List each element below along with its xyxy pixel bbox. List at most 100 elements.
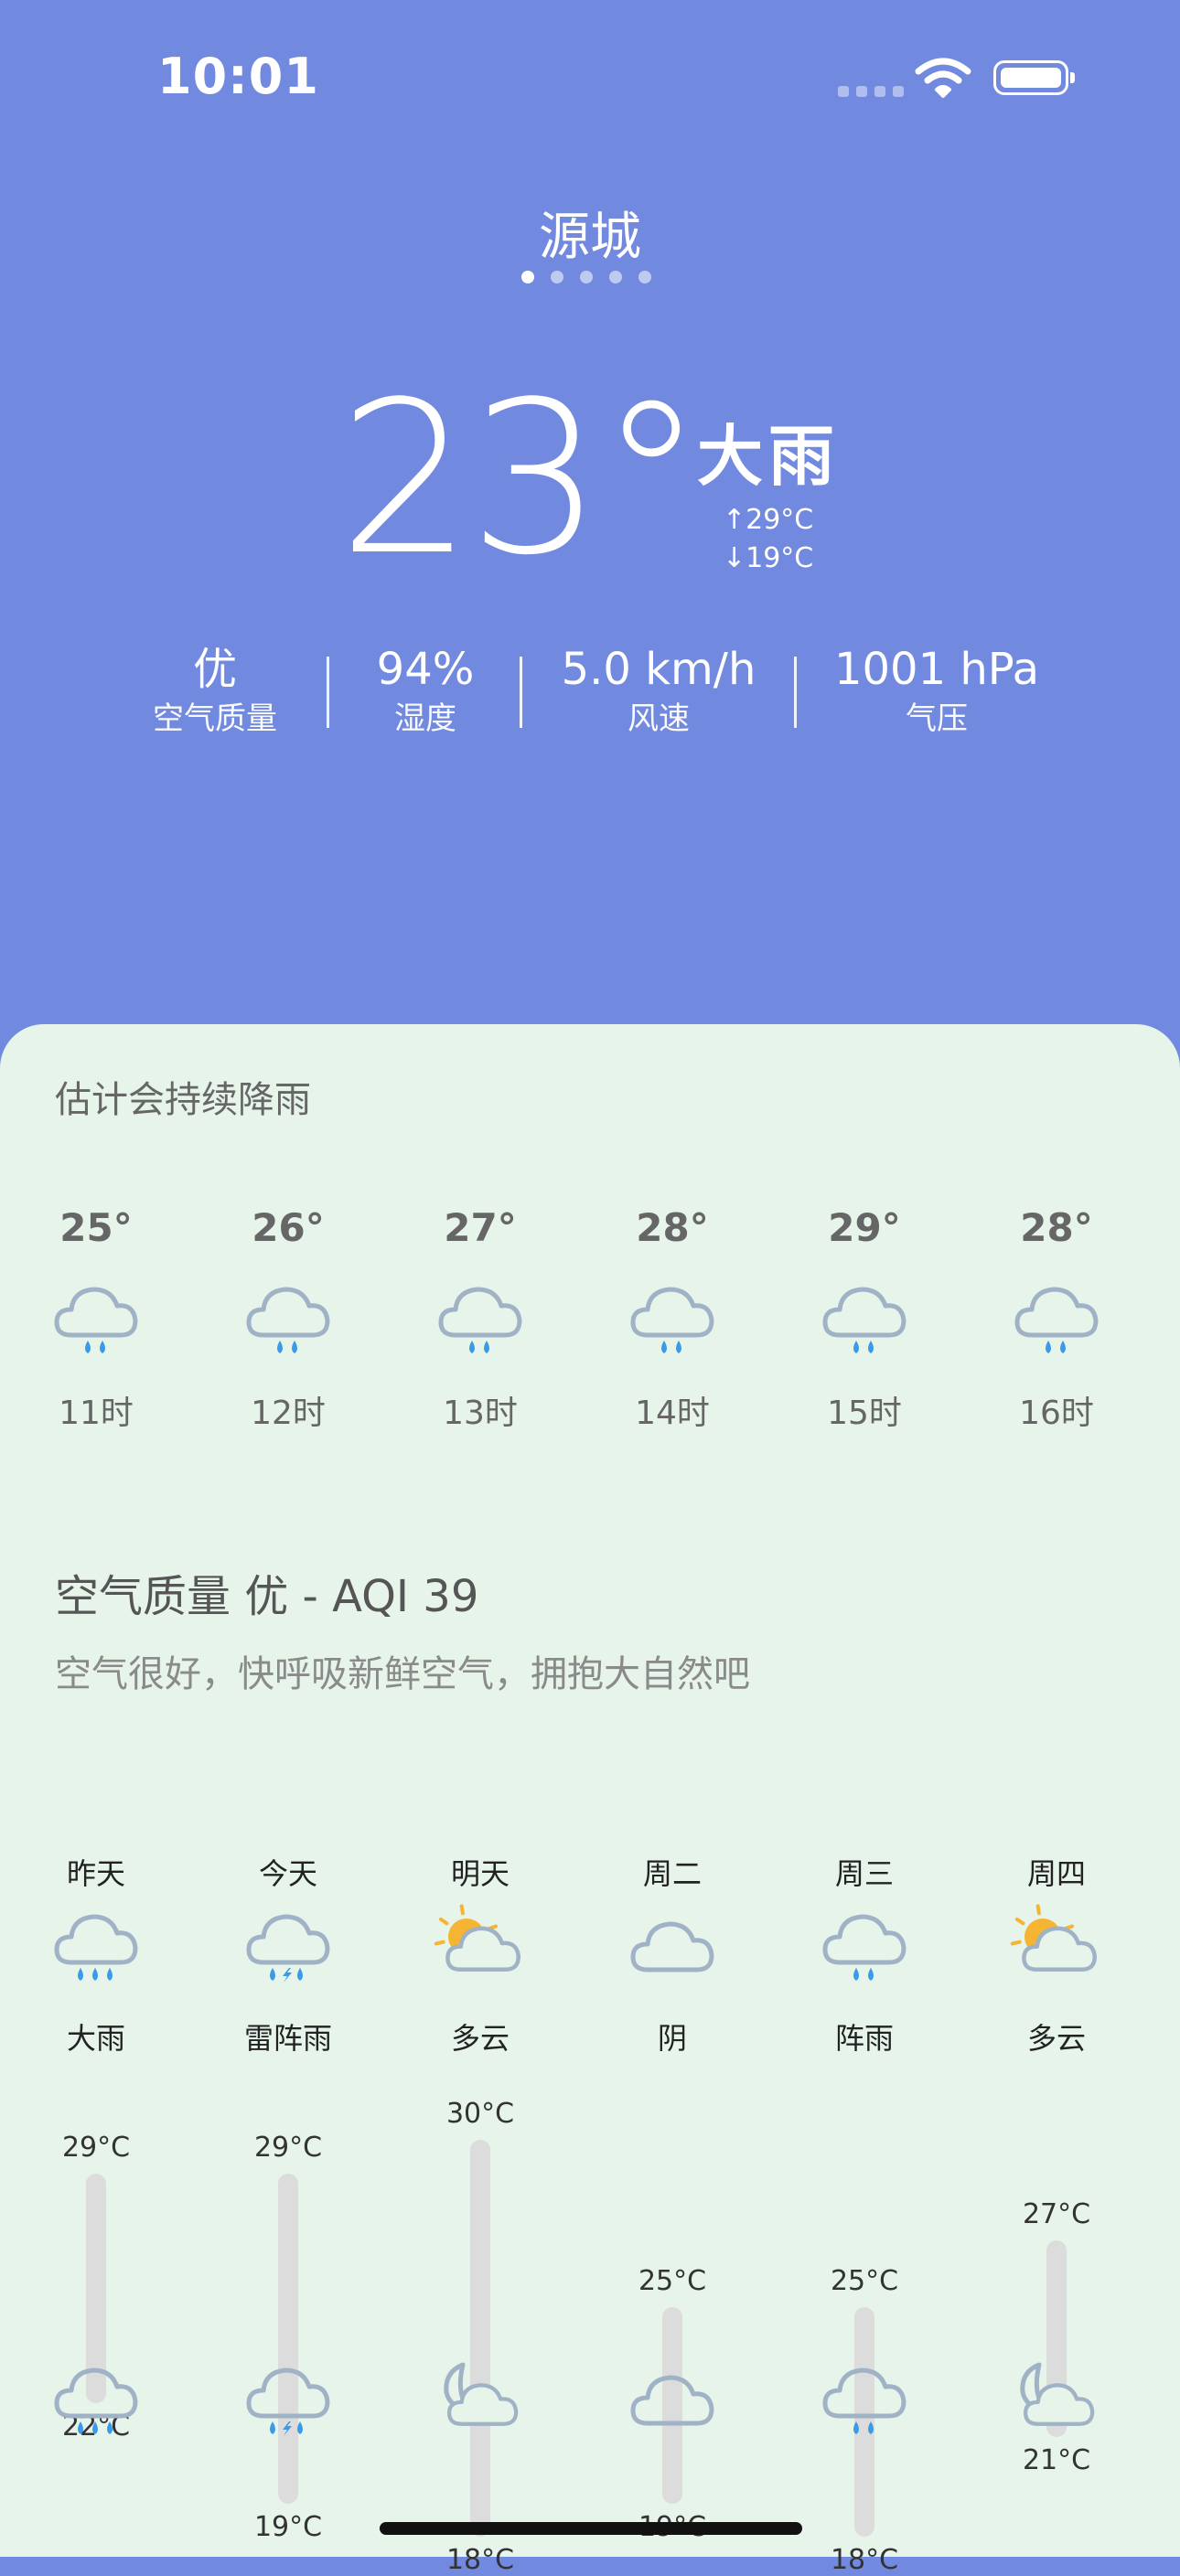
hour-item: 29° xyxy=(800,1205,928,1250)
hour-item: 28° xyxy=(608,1205,736,1250)
stat-humidity: 94% 湿度 xyxy=(357,640,494,739)
hour-label-wrap: 14时 xyxy=(608,1386,736,1434)
day-condition: 阴 xyxy=(657,2021,687,2056)
rain-cloud-icon xyxy=(820,1278,909,1357)
heavy-rain-icon xyxy=(51,2359,141,2438)
hour-label: 11时 xyxy=(59,1395,134,1432)
home-indicator[interactable] xyxy=(380,2522,802,2535)
current-condition: 大雨 xyxy=(697,417,841,495)
hourly-summary: 估计会持续降雨 xyxy=(55,1079,311,1121)
day-low-temp: 21°C xyxy=(1022,2443,1091,2476)
temp-range-bar xyxy=(278,2173,298,2504)
temp-range-bar xyxy=(470,2140,490,2537)
city-name[interactable]: 源城 xyxy=(0,196,1180,270)
hour-label-wrap: 12时 xyxy=(224,1386,352,1434)
hour-label-wrap: 13时 xyxy=(416,1386,544,1434)
day-low-temp: 18°C xyxy=(445,2544,515,2576)
day-name: 明天 xyxy=(450,1856,510,1891)
day-name: 周二 xyxy=(642,1856,702,1891)
page-dot[interactable] xyxy=(638,271,651,283)
stat-divider xyxy=(794,657,797,728)
stat-wind: 5.0 km/h 风速 xyxy=(549,640,768,739)
day-name: 昨天 xyxy=(66,1856,125,1891)
partly-cloudy-night-icon xyxy=(435,2359,525,2438)
hour-label: 15时 xyxy=(827,1395,902,1432)
stat-value: 5.0 km/h xyxy=(561,644,756,695)
cellular-signal-icon xyxy=(838,86,904,97)
day-high-temp: 25°C xyxy=(638,2264,707,2297)
day-high-temp: 29°C xyxy=(253,2131,323,2164)
day-name: 周三 xyxy=(834,1856,894,1891)
partly-cloudy-day-icon xyxy=(434,1904,525,1984)
day-name: 周四 xyxy=(1026,1856,1086,1891)
stat-label: 湿度 xyxy=(394,700,456,737)
stat-value: 94% xyxy=(376,644,475,695)
hour-item: 26° xyxy=(224,1205,352,1250)
aqi-title: 空气质量 优 - AQI 39 xyxy=(55,1571,479,1622)
day-high-temp: 29°C xyxy=(61,2131,131,2164)
rain-cloud-icon xyxy=(243,1278,333,1357)
rain-cloud-icon xyxy=(435,1278,525,1357)
stat-label: 风速 xyxy=(628,700,690,737)
day-condition: 大雨 xyxy=(66,2021,125,2056)
cloud-icon xyxy=(628,1906,717,1984)
thunderstorm-icon xyxy=(243,2359,333,2438)
hour-item: 27° xyxy=(416,1205,544,1250)
hour-label-wrap: 16时 xyxy=(992,1386,1121,1434)
page-dot[interactable] xyxy=(580,271,593,283)
stat-divider xyxy=(520,657,522,728)
rain-cloud-icon xyxy=(51,1278,141,1357)
page-dot[interactable] xyxy=(609,271,622,283)
day-condition: 阵雨 xyxy=(834,2021,894,2056)
hour-label: 16时 xyxy=(1019,1395,1094,1432)
high-low: ↑29°C ↓19°C xyxy=(723,501,813,578)
day-high-temp: 30°C xyxy=(445,2098,515,2130)
shower-icon xyxy=(820,1906,909,1984)
day-high-temp: 27°C xyxy=(1022,2197,1091,2230)
stat-pressure: 1001 hPa 气压 xyxy=(823,640,1050,739)
high-temp: ↑29°C xyxy=(723,504,814,536)
day-condition: 雷阵雨 xyxy=(243,2021,332,2056)
wifi-icon xyxy=(915,57,971,99)
day-low-temp: 18°C xyxy=(830,2544,899,2576)
stat-label: 空气质量 xyxy=(153,700,277,737)
stat-air-quality: 优 空气质量 xyxy=(137,640,293,739)
battery-icon xyxy=(993,60,1075,95)
day-high-temp: 25°C xyxy=(830,2264,899,2297)
hour-label-wrap: 11时 xyxy=(32,1386,160,1434)
rain-cloud-icon xyxy=(1012,1278,1101,1357)
page-dot[interactable] xyxy=(551,271,563,283)
stat-divider xyxy=(327,657,329,728)
hour-temp: 27° xyxy=(444,1205,517,1250)
thunderstorm-icon xyxy=(243,1906,333,1984)
rain-cloud-icon xyxy=(628,1278,717,1357)
hour-label: 14时 xyxy=(635,1395,710,1432)
day-condition: 多云 xyxy=(1026,2021,1086,2056)
hour-label-wrap: 15时 xyxy=(800,1386,928,1434)
low-temp: ↓19°C xyxy=(723,542,814,574)
stat-value: 优 xyxy=(192,644,237,695)
hour-temp: 25° xyxy=(59,1205,133,1250)
hour-temp: 26° xyxy=(252,1205,325,1250)
hour-temp: 29° xyxy=(828,1205,901,1250)
stat-value: 1001 hPa xyxy=(833,644,1040,695)
current-temperature: 23° xyxy=(338,358,704,602)
day-name: 今天 xyxy=(258,1856,317,1891)
shower-icon xyxy=(820,2359,909,2438)
hour-temp: 28° xyxy=(636,1205,709,1250)
hour-item: 28° xyxy=(992,1205,1121,1250)
cloud-icon xyxy=(628,2359,717,2438)
hour-label: 13时 xyxy=(443,1395,518,1432)
status-time: 10:01 xyxy=(157,48,319,105)
hour-temp: 28° xyxy=(1020,1205,1093,1250)
partly-cloudy-night-icon xyxy=(1012,2359,1101,2438)
hour-label: 12时 xyxy=(251,1395,326,1432)
day-condition: 多云 xyxy=(450,2021,510,2056)
stat-label: 气压 xyxy=(906,700,968,737)
page-dot[interactable] xyxy=(521,271,534,283)
aqi-description: 空气很好，快呼吸新鲜空气，拥抱大自然吧 xyxy=(55,1653,750,1695)
page-indicator[interactable] xyxy=(521,271,651,283)
day-low-temp: 19°C xyxy=(253,2510,323,2543)
hour-item: 25° xyxy=(32,1205,160,1250)
forecast-card[interactable] xyxy=(0,1024,1180,2557)
